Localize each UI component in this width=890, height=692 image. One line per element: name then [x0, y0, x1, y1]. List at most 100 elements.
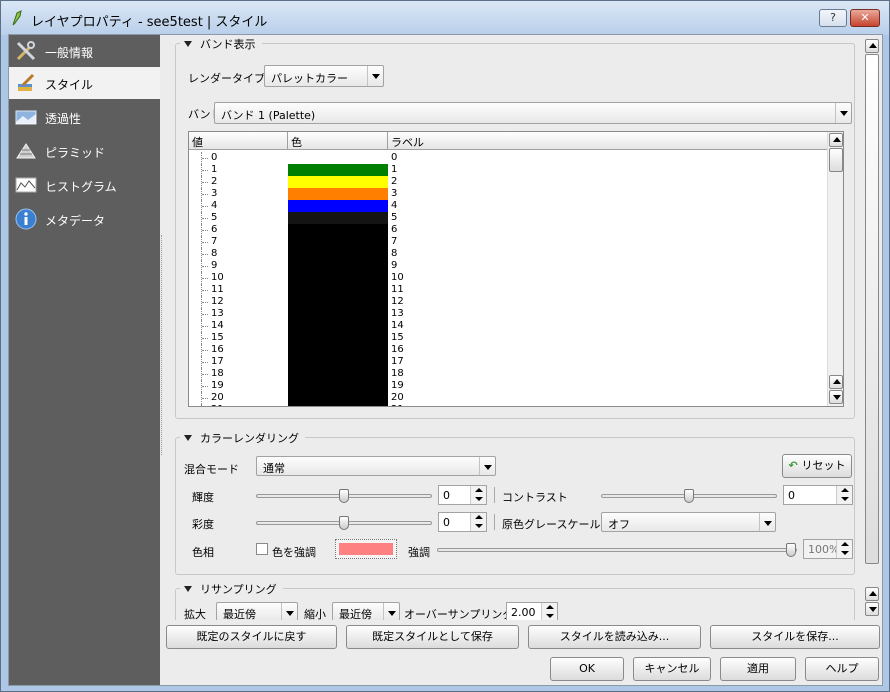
label-cell[interactable]: 6 [391, 224, 397, 236]
color-cell[interactable] [288, 380, 388, 392]
label-cell[interactable]: 9 [391, 260, 397, 272]
table-row[interactable]: 16 16 [189, 344, 829, 356]
contrast-spinbox[interactable]: 0 [783, 485, 853, 505]
label-cell[interactable]: 5 [391, 212, 397, 224]
color-cell[interactable] [288, 212, 388, 224]
column-header-label[interactable]: ラベル [388, 132, 828, 150]
table-row[interactable]: 00 [189, 152, 829, 164]
table-row[interactable]: 77 [189, 236, 829, 248]
table-row[interactable]: 12 12 [189, 296, 829, 308]
scroll-thumb[interactable] [865, 54, 879, 564]
contrast-slider[interactable] [601, 489, 777, 503]
ok-button[interactable]: OK [550, 657, 624, 681]
table-row[interactable]: 21 21 [189, 404, 829, 406]
table-row[interactable]: 18 18 [189, 368, 829, 380]
band-select[interactable]: バンド 1 (Palette) [214, 102, 852, 124]
table-row[interactable]: 44 [189, 200, 829, 212]
brightness-spinbox[interactable]: 0 [438, 485, 487, 505]
sidebar-item-metadata[interactable]: メタデータ [9, 203, 160, 235]
label-cell[interactable]: 21 [391, 404, 404, 406]
oversampling-spinbox[interactable]: 2.00 [506, 602, 558, 620]
table-row[interactable]: 88 [189, 248, 829, 260]
render-type-select[interactable]: パレットカラー [264, 65, 384, 87]
table-row[interactable]: 55 [189, 212, 829, 224]
brightness-slider[interactable] [256, 489, 432, 503]
label-cell[interactable]: 4 [391, 200, 397, 212]
label-cell[interactable]: 0 [391, 152, 397, 164]
color-cell[interactable] [288, 272, 388, 284]
scroll-down-button[interactable] [865, 602, 879, 616]
color-cell[interactable] [288, 248, 388, 260]
color-cell[interactable] [288, 224, 388, 236]
scroll-page-up-button[interactable] [829, 375, 843, 389]
label-cell[interactable]: 1 [391, 164, 397, 176]
table-row[interactable]: 11 [189, 164, 829, 176]
color-cell[interactable] [288, 344, 388, 356]
color-cell[interactable] [288, 164, 388, 176]
color-cell[interactable] [288, 356, 388, 368]
table-row[interactable]: 22 [189, 176, 829, 188]
band-rendering-title[interactable]: バンド表示 [180, 36, 262, 52]
close-button[interactable]: ✕ [850, 9, 880, 27]
load-style-button[interactable]: スタイルを読み込み... [528, 625, 701, 649]
sidebar-item-transparency[interactable]: 透過性 [9, 101, 160, 133]
table-row[interactable]: 33 [189, 188, 829, 200]
splitter-handle[interactable] [161, 235, 165, 455]
color-cell[interactable] [288, 260, 388, 272]
slider-handle[interactable] [339, 516, 349, 530]
sidebar-item-histogram[interactable]: ヒストグラム [9, 169, 160, 201]
color-cell[interactable] [288, 176, 388, 188]
color-cell[interactable] [288, 404, 388, 406]
strength-slider[interactable] [437, 543, 797, 557]
label-cell[interactable]: 12 [391, 296, 404, 308]
color-cell[interactable] [288, 152, 388, 164]
color-cell[interactable] [288, 284, 388, 296]
color-cell[interactable] [288, 368, 388, 380]
label-cell[interactable]: 15 [391, 332, 404, 344]
label-cell[interactable]: 17 [391, 356, 404, 368]
scroll-up-button[interactable] [865, 39, 879, 53]
slider-handle[interactable] [684, 489, 694, 503]
table-row[interactable]: 11 11 [189, 284, 829, 296]
color-cell[interactable] [288, 332, 388, 344]
apply-button[interactable]: 適用 [720, 657, 796, 681]
label-cell[interactable]: 14 [391, 320, 404, 332]
table-scrollbar[interactable] [827, 132, 843, 406]
label-cell[interactable]: 19 [391, 380, 404, 392]
label-cell[interactable]: 18 [391, 368, 404, 380]
color-cell[interactable] [288, 392, 388, 404]
color-cell[interactable] [288, 236, 388, 248]
slider-handle[interactable] [339, 489, 349, 503]
cancel-button[interactable]: キャンセル [633, 657, 711, 681]
zoom-out-select[interactable]: 最近傍 [332, 602, 400, 620]
resampling-title[interactable]: リサンプリング [180, 581, 283, 597]
panel-scrollbar[interactable] [864, 35, 880, 620]
colorize-checkbox[interactable] [256, 543, 268, 555]
label-cell[interactable]: 8 [391, 248, 397, 260]
label-cell[interactable]: 2 [391, 176, 397, 188]
zoom-in-select[interactable]: 最近傍 [216, 602, 298, 620]
column-header-color[interactable]: 色 [288, 132, 388, 150]
title-bar[interactable]: レイヤプロパティ - see5test | スタイル ? ✕ [1, 1, 889, 35]
table-row[interactable]: 66 [189, 224, 829, 236]
scroll-down-button[interactable] [829, 390, 843, 404]
sidebar-item-general[interactable]: 一般情報 [9, 35, 160, 67]
color-cell[interactable] [288, 308, 388, 320]
table-row[interactable]: 20 20 [189, 392, 829, 404]
scroll-up-button[interactable] [829, 133, 843, 147]
strength-spinbox[interactable]: 100% [803, 539, 853, 559]
label-cell[interactable]: 20 [391, 392, 404, 404]
colorize-color-button[interactable] [335, 539, 397, 559]
help-title-button[interactable]: ? [819, 9, 847, 27]
label-cell[interactable]: 7 [391, 236, 397, 248]
color-cell[interactable] [288, 188, 388, 200]
table-row[interactable]: 14 14 [189, 320, 829, 332]
color-rendering-title[interactable]: カラーレンダリング [180, 430, 305, 446]
scroll-thumb[interactable] [829, 148, 843, 172]
save-style-button[interactable]: スタイルを保存... [710, 625, 880, 649]
slider-handle[interactable] [786, 543, 796, 557]
saturation-slider[interactable] [256, 516, 432, 530]
label-cell[interactable]: 3 [391, 188, 397, 200]
table-row[interactable]: 99 [189, 260, 829, 272]
blend-mode-select[interactable]: 通常 [256, 456, 496, 476]
